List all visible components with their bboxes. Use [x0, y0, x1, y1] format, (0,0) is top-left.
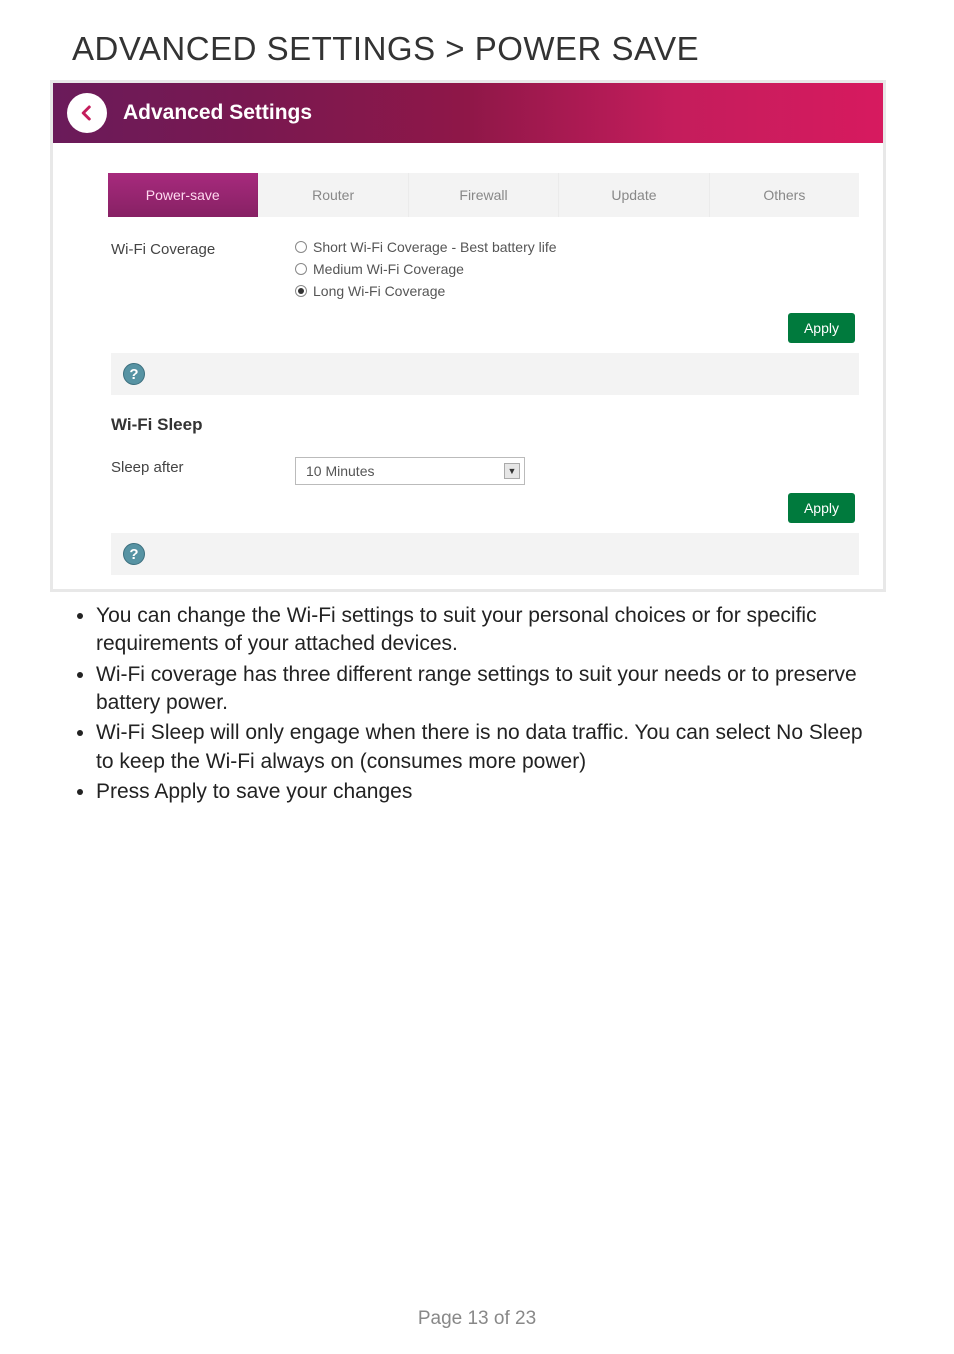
bullet-item: Press Apply to save your changes: [96, 778, 882, 806]
radio-label: Short Wi-Fi Coverage - Best battery life: [313, 239, 557, 255]
tab-power-save[interactable]: Power-save: [108, 173, 258, 217]
tabs-bar: Power-save Router Firewall Update Others: [108, 173, 859, 217]
page-title: ADVANCED SETTINGS > POWER SAVE: [0, 0, 954, 80]
page-number: Page 13 of 23: [0, 1308, 954, 1330]
help-icon[interactable]: ?: [123, 543, 145, 565]
radio-label: Long Wi-Fi Coverage: [313, 283, 445, 299]
radio-icon: [295, 263, 307, 275]
wifi-coverage-row: Wi-Fi Coverage Short Wi-Fi Coverage - Be…: [111, 239, 859, 305]
wifi-coverage-options: Short Wi-Fi Coverage - Best battery life…: [295, 239, 859, 305]
radio-medium-coverage[interactable]: Medium Wi-Fi Coverage: [295, 261, 859, 277]
description-bullets: You can change the Wi-Fi settings to sui…: [96, 602, 882, 806]
settings-panel: Advanced Settings Power-save Router Fire…: [50, 80, 886, 592]
apply-row-coverage: Apply: [53, 313, 855, 343]
wifi-sleep-title: Wi-Fi Sleep: [111, 415, 859, 435]
radio-icon: [295, 285, 307, 297]
tab-update[interactable]: Update: [559, 173, 709, 217]
panel-header: Advanced Settings: [53, 83, 883, 143]
tab-firewall[interactable]: Firewall: [409, 173, 559, 217]
select-value: 10 Minutes: [306, 463, 504, 479]
apply-button[interactable]: Apply: [788, 493, 855, 523]
radio-short-coverage[interactable]: Short Wi-Fi Coverage - Best battery life: [295, 239, 859, 255]
chevron-down-icon: ▼: [504, 463, 520, 479]
panel-content: Power-save Router Firewall Update Others…: [53, 143, 883, 589]
tab-others[interactable]: Others: [710, 173, 859, 217]
radio-long-coverage[interactable]: Long Wi-Fi Coverage: [295, 283, 859, 299]
wifi-sleep-row: Sleep after 10 Minutes ▼: [111, 457, 859, 485]
sleep-after-select[interactable]: 10 Minutes ▼: [295, 457, 525, 485]
bullet-item: You can change the Wi-Fi settings to sui…: [96, 602, 882, 659]
bullet-item: Wi-Fi Sleep will only engage when there …: [96, 719, 882, 776]
panel-title: Advanced Settings: [123, 101, 312, 125]
apply-row-sleep: Apply: [53, 493, 855, 523]
wifi-coverage-label: Wi-Fi Coverage: [111, 239, 295, 258]
sleep-after-label: Sleep after: [111, 457, 295, 476]
help-icon[interactable]: ?: [123, 363, 145, 385]
bullet-item: Wi-Fi coverage has three different range…: [96, 661, 882, 718]
chevron-left-icon: [78, 104, 96, 122]
back-button[interactable]: [67, 93, 107, 133]
apply-button[interactable]: Apply: [788, 313, 855, 343]
help-bar-coverage: ?: [111, 353, 859, 395]
radio-label: Medium Wi-Fi Coverage: [313, 261, 464, 277]
radio-icon: [295, 241, 307, 253]
tab-router[interactable]: Router: [258, 173, 408, 217]
help-bar-sleep: ?: [111, 533, 859, 575]
sleep-after-control: 10 Minutes ▼: [295, 457, 525, 485]
